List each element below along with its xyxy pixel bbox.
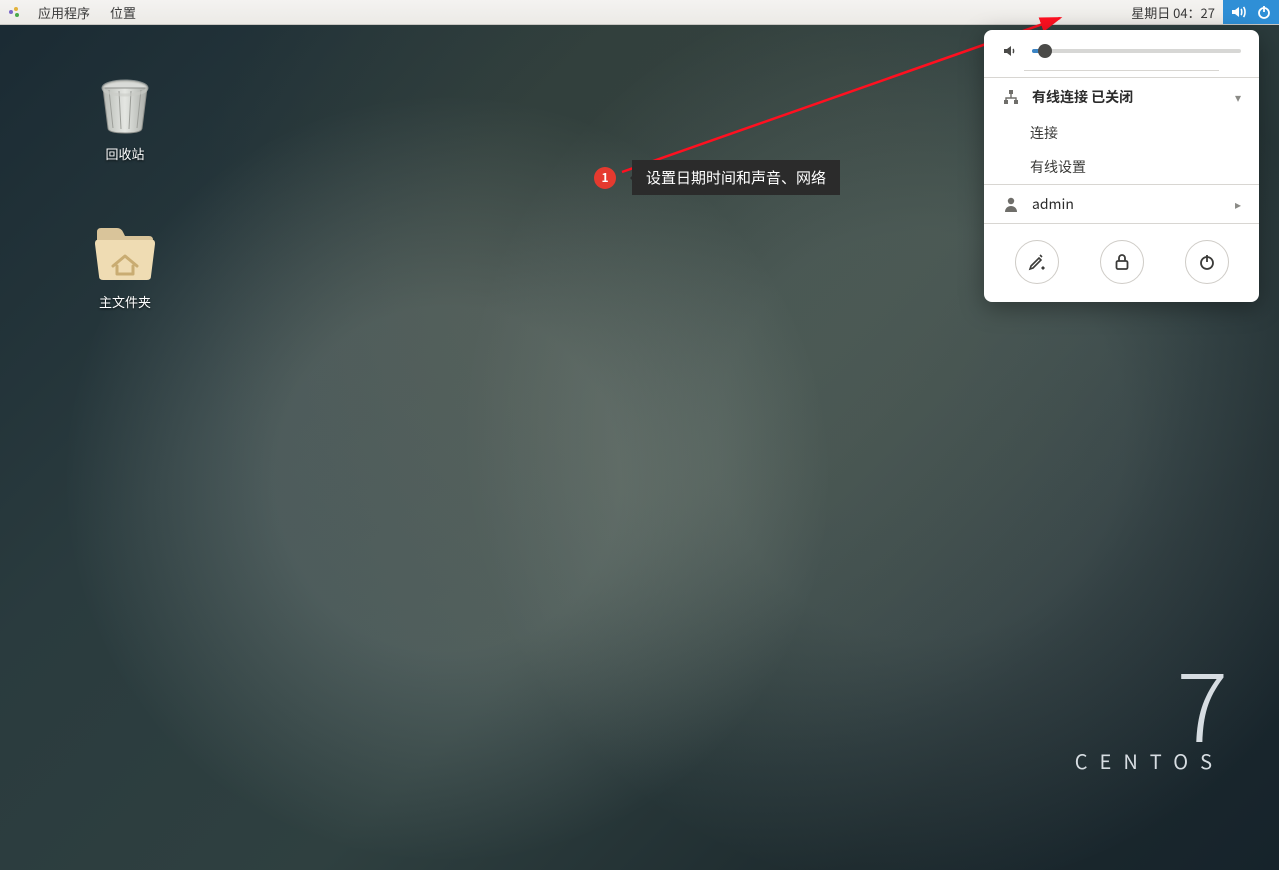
annotation-text: 设置日期时间和声音、网络 <box>632 160 840 195</box>
network-title: 有线连接 已关闭 <box>1032 87 1223 107</box>
trash-label: 回收站 <box>70 144 180 163</box>
chevron-right-icon: ▸ <box>1235 196 1241 213</box>
user-row[interactable]: admin ▸ <box>984 185 1259 223</box>
volume-slider[interactable] <box>1032 49 1241 53</box>
annotation-callout: 1 设置日期时间和声音、网络 <box>594 160 840 195</box>
volume-icon[interactable] <box>1231 5 1247 19</box>
centos-brand: 7 CENTOS <box>1075 667 1224 775</box>
home-folder-label: 主文件夹 <box>70 292 180 311</box>
chevron-down-icon: ▾ <box>1235 89 1241 106</box>
centos-version: 7 <box>1075 667 1224 734</box>
system-menu-popover: 有线连接 已关闭 ▾ 连接 有线设置 admin ▸ <box>984 30 1259 302</box>
folder-glyph <box>91 218 159 286</box>
annotation-number: 1 <box>594 167 616 189</box>
user-icon <box>1002 196 1020 212</box>
trash-glyph <box>91 70 159 138</box>
power-button[interactable] <box>1185 240 1229 284</box>
centos-name: CENTOS <box>1075 746 1224 775</box>
volume-low-icon <box>1002 44 1020 58</box>
top-panel: 应用程序 位置 星期日 04：27 <box>0 0 1279 25</box>
clock[interactable]: 星期日 04：27 <box>1123 3 1223 22</box>
trash-icon[interactable]: 回收站 <box>70 70 180 163</box>
power-icon[interactable] <box>1257 5 1271 19</box>
places-menu[interactable]: 位置 <box>100 0 146 24</box>
applications-menu[interactable]: 应用程序 <box>28 0 100 24</box>
activities-icon[interactable] <box>8 5 22 19</box>
lock-button[interactable] <box>1100 240 1144 284</box>
settings-button[interactable] <box>1015 240 1059 284</box>
network-connect[interactable]: 连接 <box>984 116 1259 150</box>
volume-row <box>984 30 1259 64</box>
network-row[interactable]: 有线连接 已关闭 ▾ <box>984 78 1259 116</box>
home-folder-icon[interactable]: 主文件夹 <box>70 218 180 311</box>
user-label: admin <box>1032 194 1223 214</box>
network-settings[interactable]: 有线设置 <box>984 150 1259 184</box>
wired-network-icon <box>1002 89 1020 105</box>
